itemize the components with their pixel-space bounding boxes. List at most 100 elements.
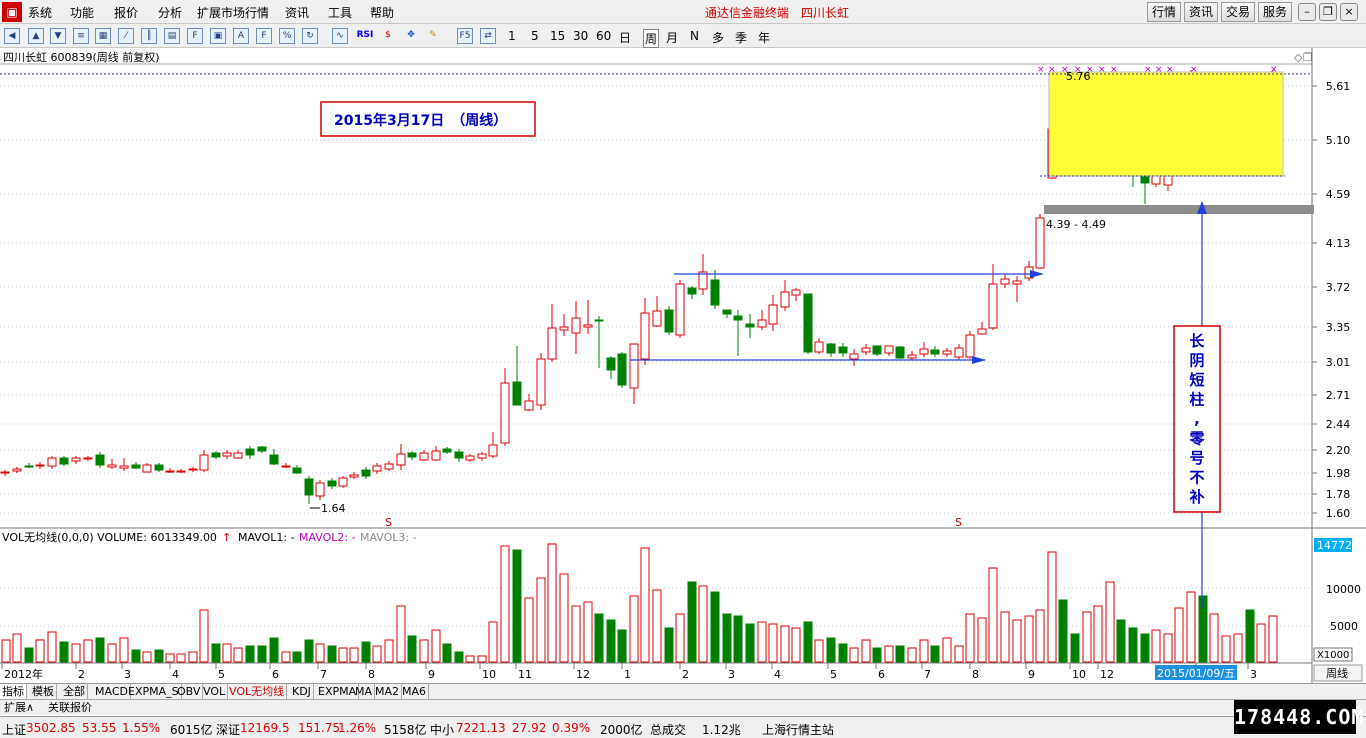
- report-icon[interactable]: ≡: [73, 28, 89, 44]
- volume-bar: [257, 645, 267, 663]
- tab-template[interactable]: 模板: [30, 684, 57, 700]
- menu-news[interactable]: 资讯: [285, 4, 309, 21]
- toolbar: ◀ ▲ ▼ ≡ ▦ ⁄ ║ ▤ F ▣ A F % ↻ ∿ RSI $ ✥ ✎ …: [0, 24, 1366, 48]
- period-week[interactable]: 周: [643, 29, 660, 48]
- restore-icon[interactable]: ❐: [1319, 3, 1337, 21]
- tab-all[interactable]: 全部: [61, 684, 88, 700]
- period-n[interactable]: N: [690, 29, 699, 43]
- station-label[interactable]: 上海行情主站: [762, 721, 834, 738]
- draw-icon[interactable]: ✎: [425, 28, 441, 44]
- period-60[interactable]: 60: [596, 29, 611, 43]
- period-30[interactable]: 30: [573, 29, 588, 43]
- related-quote-button[interactable]: 关联报价: [48, 700, 92, 715]
- up-icon[interactable]: ▲: [28, 28, 44, 44]
- candle-body: [895, 346, 905, 359]
- refresh-icon[interactable]: ↻: [302, 28, 318, 44]
- volume-bar: [131, 649, 141, 663]
- period-15[interactable]: 15: [550, 29, 565, 43]
- tab-ma2[interactable]: MA2: [373, 684, 403, 700]
- volume-bar: [59, 641, 69, 663]
- kline-icon[interactable]: ║: [141, 28, 157, 44]
- news-icon[interactable]: ▣: [210, 28, 226, 44]
- service-button[interactable]: 服务: [1258, 2, 1292, 22]
- back-icon[interactable]: ◀: [4, 28, 20, 44]
- down-icon[interactable]: ▼: [50, 28, 66, 44]
- period-day[interactable]: 日: [619, 29, 631, 46]
- tab-ma6[interactable]: MA6: [400, 684, 430, 700]
- volume-bar: [652, 589, 662, 663]
- volume-bar: [1093, 605, 1103, 663]
- tab-vol-no-ma[interactable]: VOL无均线: [227, 684, 288, 700]
- tab-expma-s[interactable]: EXPMA_S: [126, 684, 182, 700]
- volume-bar: [1, 639, 11, 663]
- volume-bar: [1233, 633, 1243, 663]
- window-toggle-icon[interactable]: ❐: [1303, 51, 1313, 64]
- f10-icon[interactable]: F: [187, 28, 203, 44]
- volume-bar: [872, 647, 882, 663]
- expand-button[interactable]: 扩展∧: [4, 700, 34, 715]
- formula-icon[interactable]: %: [279, 28, 295, 44]
- info-button[interactable]: 资讯: [1184, 2, 1218, 22]
- menu-help[interactable]: 帮助: [370, 4, 394, 21]
- low-price-label: 1.64: [321, 502, 346, 515]
- chart-area[interactable]: 5.61 5.10 4.59 4.13 3.72 3.35 3.01 2.71 2.44 2.20…: [0, 48, 1366, 684]
- candle-body: [142, 464, 152, 473]
- volume-bar: [722, 613, 732, 663]
- period-season[interactable]: 季: [735, 29, 747, 46]
- menu-tools[interactable]: 工具: [328, 4, 352, 21]
- candle-body: [559, 326, 569, 331]
- quote-button[interactable]: 行情: [1147, 2, 1181, 22]
- diamond-icon[interactable]: ◇: [1294, 51, 1303, 64]
- candle-body: [47, 457, 57, 467]
- status-bar: 上证 3502.85 53.55 1.55% 6015亿 深证 12169.5 …: [0, 716, 1366, 738]
- table-icon[interactable]: ▤: [164, 28, 180, 44]
- x-tick-label: 10: [1072, 668, 1086, 681]
- mavol2-label: MAVOL2: -: [299, 531, 356, 544]
- switch-icon[interactable]: ⇄: [480, 28, 496, 44]
- volume-bar: [188, 651, 198, 663]
- candle-body: [338, 477, 348, 487]
- tab-vol[interactable]: VOL: [201, 684, 229, 700]
- info-icon[interactable]: A: [233, 28, 249, 44]
- indicator-icon[interactable]: ∿: [332, 28, 348, 44]
- volume-bar: [83, 639, 93, 663]
- tab-indicator[interactable]: 指标: [0, 684, 27, 700]
- rsi-icon[interactable]: RSI: [355, 28, 375, 44]
- tab-ma[interactable]: MA: [353, 684, 376, 700]
- move-icon[interactable]: ✥: [403, 28, 419, 44]
- period-month[interactable]: 月: [666, 29, 678, 46]
- f5-icon[interactable]: F5: [457, 28, 473, 44]
- x-tick-label: 5: [830, 668, 837, 681]
- app-logo-icon[interactable]: ▣: [2, 2, 22, 22]
- menu-quote[interactable]: 报价: [114, 4, 138, 21]
- menu-system[interactable]: 系统: [28, 4, 52, 21]
- volume-bar: [583, 601, 593, 663]
- menu-function[interactable]: 功能: [70, 4, 94, 21]
- candle-body: [606, 357, 616, 371]
- close-icon[interactable]: ×: [1340, 3, 1358, 21]
- minimize-icon[interactable]: –: [1298, 3, 1316, 21]
- tab-obv[interactable]: OBV: [175, 684, 204, 700]
- volume-bar: [222, 643, 232, 663]
- period-1[interactable]: 1: [508, 29, 516, 43]
- trend-icon[interactable]: ⁄: [118, 28, 134, 44]
- period-year[interactable]: 年: [758, 29, 770, 46]
- dollar-icon[interactable]: $: [380, 28, 396, 44]
- volume-bar: [907, 647, 917, 663]
- volume-bar: [281, 651, 291, 663]
- menu-analysis[interactable]: 分析: [158, 4, 182, 21]
- volume-bar: [372, 645, 382, 663]
- candle-body: [188, 468, 198, 471]
- period-multi[interactable]: 多: [712, 29, 724, 46]
- period-5[interactable]: 5: [531, 29, 539, 43]
- volume-bar: [664, 627, 674, 663]
- tab-kdj[interactable]: KDJ: [290, 684, 314, 700]
- volume-bar: [1268, 615, 1278, 663]
- zx-amount: 2000亿: [600, 723, 643, 737]
- trade-button[interactable]: 交易: [1221, 2, 1255, 22]
- grid-icon[interactable]: ▦: [95, 28, 111, 44]
- volume-bar: [1186, 591, 1196, 663]
- menu-extended-market[interactable]: 扩展市场行情: [197, 4, 269, 21]
- candle-body: [477, 453, 487, 459]
- fz-icon[interactable]: F: [256, 28, 272, 44]
